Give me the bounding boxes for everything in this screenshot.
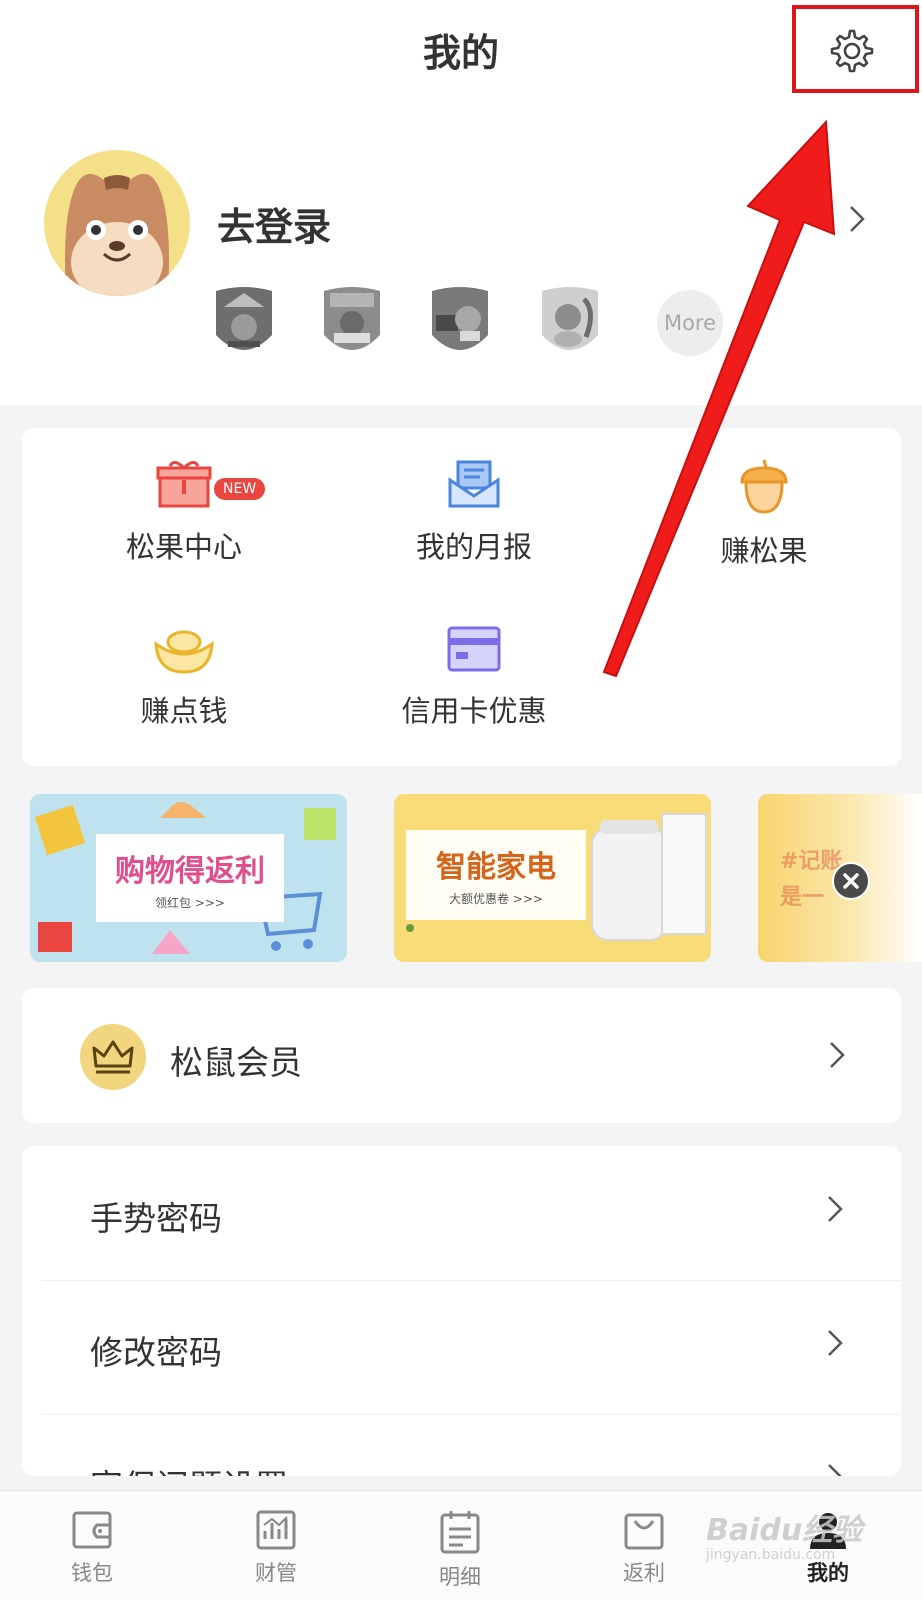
login-link[interactable]: 去登录	[217, 196, 331, 251]
close-icon	[843, 873, 859, 889]
squirrel-avatar-icon	[65, 173, 169, 296]
grid-item-monthly-report[interactable]: 我的月报	[354, 458, 594, 566]
avatar[interactable]	[44, 150, 190, 296]
menu-item-change-password[interactable]: 修改密码	[22, 1280, 901, 1414]
achievement-badge-icon[interactable]	[322, 285, 382, 361]
menu-item-label: 修改密码	[90, 1333, 222, 1372]
menu-item-label: 密保问题设置	[90, 1460, 288, 1476]
banner-text-box: 智能家电 大额优惠卷 >>>	[406, 830, 586, 920]
chart-icon	[256, 1510, 296, 1550]
vip-badge	[80, 1024, 146, 1090]
grid-item-label: 松果中心	[125, 530, 242, 564]
grid-item-label: 我的月报	[415, 530, 532, 564]
chevron-right-icon	[828, 1464, 842, 1476]
banner-title: 购物得返利	[115, 854, 265, 889]
banner-subtitle: 大额优惠卷 >>>	[449, 892, 543, 906]
achievement-badge-icon[interactable]	[540, 285, 600, 361]
feature-grid: 松果中心 NEW 我的月报 赚松果 赚点钱 信用卡优惠	[22, 428, 901, 766]
credit-card-icon	[447, 626, 501, 672]
grid-item-pinecone-center[interactable]: 松果中心 NEW	[64, 458, 304, 566]
gold-ingot-icon	[154, 630, 214, 674]
tab-label: 钱包	[71, 1561, 113, 1585]
banner-title: 智能家电	[436, 850, 556, 885]
achievement-badge-icon[interactable]	[214, 285, 274, 361]
banner-subtitle: 领红包 >>>	[155, 896, 225, 910]
new-badge: NEW	[214, 478, 266, 500]
profile-section[interactable]: 去登录 More	[0, 100, 922, 405]
grid-item-label: 赚松果	[720, 534, 808, 568]
badges-more-button[interactable]: More	[657, 290, 723, 356]
grid-item-earn-money[interactable]: 赚点钱	[64, 624, 304, 730]
tab-wallet[interactable]: 钱包	[22, 1491, 162, 1600]
tab-rebate[interactable]: 返利	[574, 1491, 714, 1600]
settings-menu: 手势密码 修改密码 密保问题设置	[22, 1146, 901, 1476]
page-title: 我的	[422, 31, 499, 75]
list-icon	[440, 1511, 480, 1554]
squirrel-vip-row[interactable]: 松鼠会员	[22, 988, 901, 1123]
tab-details[interactable]: 明细	[390, 1491, 530, 1600]
grid-item-label: 赚点钱	[140, 694, 228, 728]
chevron-right-icon[interactable]	[848, 204, 866, 234]
bag-icon	[624, 1513, 664, 1550]
menu-item-security-question[interactable]: 密保问题设置	[22, 1414, 901, 1476]
tab-label: 财管	[255, 1561, 297, 1585]
acorn-icon	[740, 459, 788, 514]
watermark: Baidu经验 jingyan.baidu.com	[706, 1505, 866, 1575]
wallet-icon	[72, 1511, 112, 1549]
banner-shopping-rebate[interactable]: 购物得返利 领红包 >>>	[30, 794, 347, 962]
banner-smart-appliances[interactable]: 智能家电 大额优惠卷 >>>	[394, 794, 711, 962]
tab-label: 明细	[439, 1565, 481, 1589]
settings-button[interactable]	[792, 5, 919, 93]
watermark-text: Baidu经验	[706, 1513, 863, 1548]
chevron-right-icon	[828, 1196, 843, 1222]
chevron-right-icon	[830, 1042, 845, 1068]
top-nav-bar: 我的	[0, 0, 922, 100]
menu-item-label: 手势密码	[90, 1199, 222, 1238]
grid-item-credit-card-offers[interactable]: 信用卡优惠	[354, 624, 594, 730]
crown-icon	[92, 1040, 134, 1074]
gear-icon	[830, 29, 874, 73]
watermark-url: jingyan.baidu.com	[706, 1547, 836, 1563]
gift-icon	[156, 461, 212, 508]
mail-report-icon	[448, 460, 500, 508]
tab-label: 返利	[623, 1561, 665, 1585]
vip-label: 松鼠会员	[170, 1043, 302, 1082]
banner-text-box: 购物得返利 领红包 >>>	[96, 834, 284, 922]
grid-item-label: 信用卡优惠	[401, 694, 547, 728]
tab-finance[interactable]: 财管	[206, 1491, 346, 1600]
banner-close-button[interactable]	[832, 862, 870, 900]
chevron-right-icon	[828, 1330, 843, 1356]
menu-item-gesture-password[interactable]: 手势密码	[22, 1146, 901, 1280]
grid-item-earn-pinecone[interactable]: 赚松果	[644, 458, 884, 570]
achievement-badge-icon[interactable]	[430, 285, 490, 361]
